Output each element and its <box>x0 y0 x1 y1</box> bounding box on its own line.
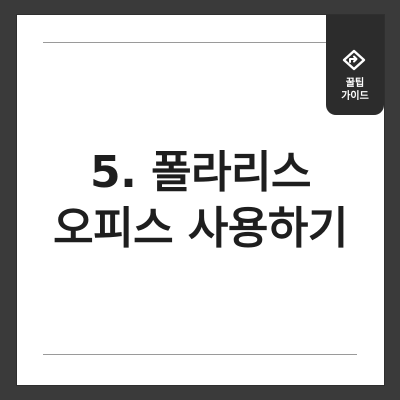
title-line-1: 5. 폴라리스 <box>89 147 312 198</box>
diamond-arrow-icon <box>342 49 366 71</box>
title-card: 5. 폴라리스 오피스 사용하기 꿀팁 가이드 <box>17 15 384 385</box>
tip-guide-badge: 꿀팁 가이드 <box>326 15 384 115</box>
bottom-divider <box>43 354 357 355</box>
page-title: 5. 폴라리스 오피스 사용하기 <box>17 145 384 257</box>
badge-label-line-2: 가이드 <box>341 91 369 102</box>
title-line-2: 오피스 사용하기 <box>53 203 348 254</box>
badge-label-line-1: 꿀팁 <box>345 78 365 89</box>
badge-label: 꿀팁 가이드 <box>326 77 384 103</box>
top-divider <box>43 42 357 43</box>
